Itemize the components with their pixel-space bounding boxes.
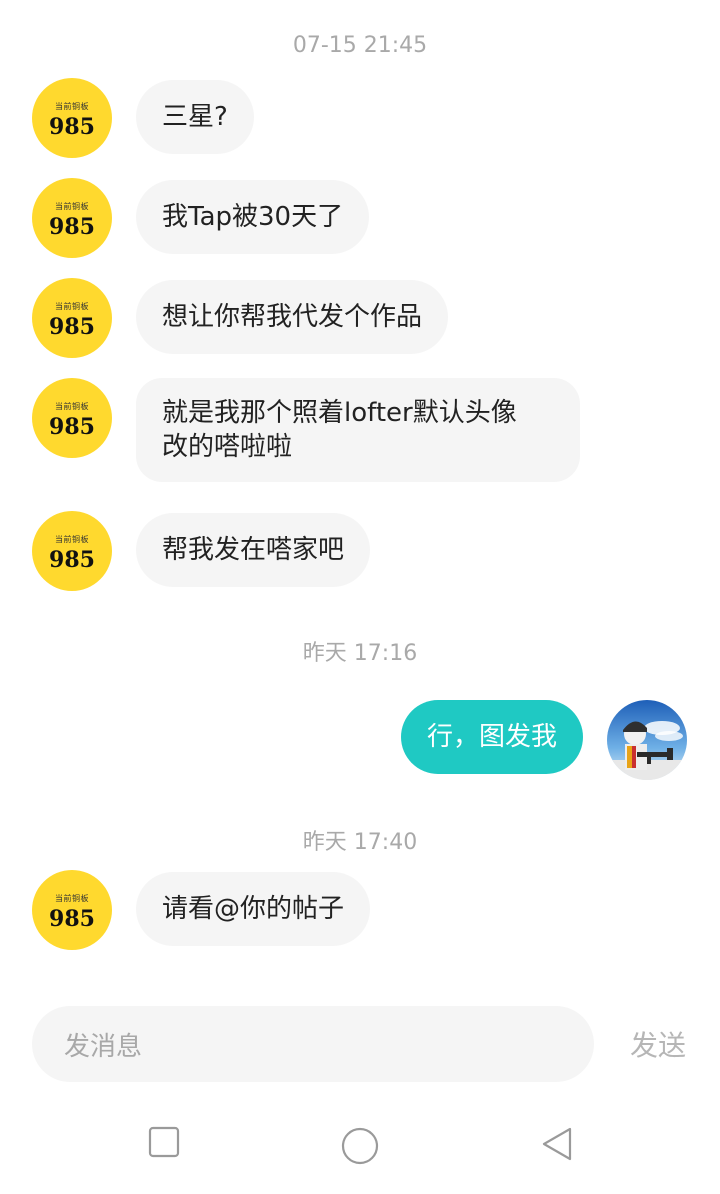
message-text: 三星? — [162, 102, 228, 132]
avatar-top-text: 当前铜板 — [55, 534, 89, 544]
avatar-number: 985 — [49, 213, 95, 240]
contact-avatar[interactable]: 当前铜板 985 — [32, 870, 112, 950]
contact-avatar[interactable]: 当前铜板 985 — [32, 378, 112, 458]
avatar-number: 985 — [49, 313, 95, 340]
avatar-number: 985 — [49, 113, 95, 140]
user-avatar-image — [607, 700, 687, 780]
incoming-message-bubble[interactable]: 帮我发在嗒家吧 — [136, 513, 371, 587]
contact-avatar[interactable]: 当前铜板 985 — [32, 511, 112, 591]
message-text: 想让你帮我代发个作品 — [162, 302, 423, 332]
message-input-placeholder: 发消息 — [64, 1031, 143, 1062]
message-text: 帮我发在嗒家吧 — [162, 535, 345, 565]
timestamp: 07-15 21:45 — [292, 33, 428, 58]
contact-avatar[interactable]: 当前铜板 985 — [32, 278, 112, 358]
square-recent-apps-icon[interactable] — [148, 1126, 180, 1158]
avatar-top-text: 当前铜板 — [55, 893, 89, 903]
outgoing-message-bubble[interactable]: 行，图发我 — [400, 700, 583, 774]
message-text: 行，图发我 — [426, 722, 557, 752]
incoming-message-bubble[interactable]: 三星? — [136, 80, 254, 154]
incoming-message-bubble[interactable]: 就是我那个照着lofter默认头像 改的嗒啦啦 — [136, 378, 580, 482]
incoming-message-bubble[interactable]: 我Tap被30天了 — [136, 180, 370, 254]
avatar-top-text: 当前铜板 — [55, 401, 89, 411]
triangle-back-icon[interactable] — [540, 1126, 574, 1162]
circle-home-icon[interactable] — [340, 1126, 380, 1166]
message-text-line: 就是我那个照着lofter默认头像 — [162, 398, 517, 428]
timestamp: 昨天 17:40 — [302, 830, 418, 855]
timestamp: 昨天 17:16 — [302, 641, 418, 666]
contact-avatar[interactable]: 当前铜板 985 — [32, 178, 112, 258]
message-input[interactable]: 发消息 — [32, 1006, 594, 1082]
avatar-top-text: 当前铜板 — [55, 201, 89, 211]
send-button[interactable]: 发送 — [620, 1024, 696, 1064]
avatar-top-text: 当前铜板 — [55, 101, 89, 111]
incoming-message-bubble[interactable]: 想让你帮我代发个作品 — [136, 280, 449, 354]
message-text: 我Tap被30天了 — [162, 202, 344, 232]
contact-avatar[interactable]: 当前铜板 985 — [32, 78, 112, 158]
message-text: 请看@你的帖子 — [162, 894, 345, 924]
message-text-line: 改的嗒啦啦 — [162, 432, 293, 462]
avatar-number: 985 — [49, 546, 95, 573]
avatar-number: 985 — [49, 413, 95, 440]
incoming-message-bubble[interactable]: 请看@你的帖子 — [136, 872, 371, 946]
user-avatar[interactable] — [607, 700, 687, 780]
avatar-number: 985 — [49, 905, 95, 932]
avatar-top-text: 当前铜板 — [55, 301, 89, 311]
